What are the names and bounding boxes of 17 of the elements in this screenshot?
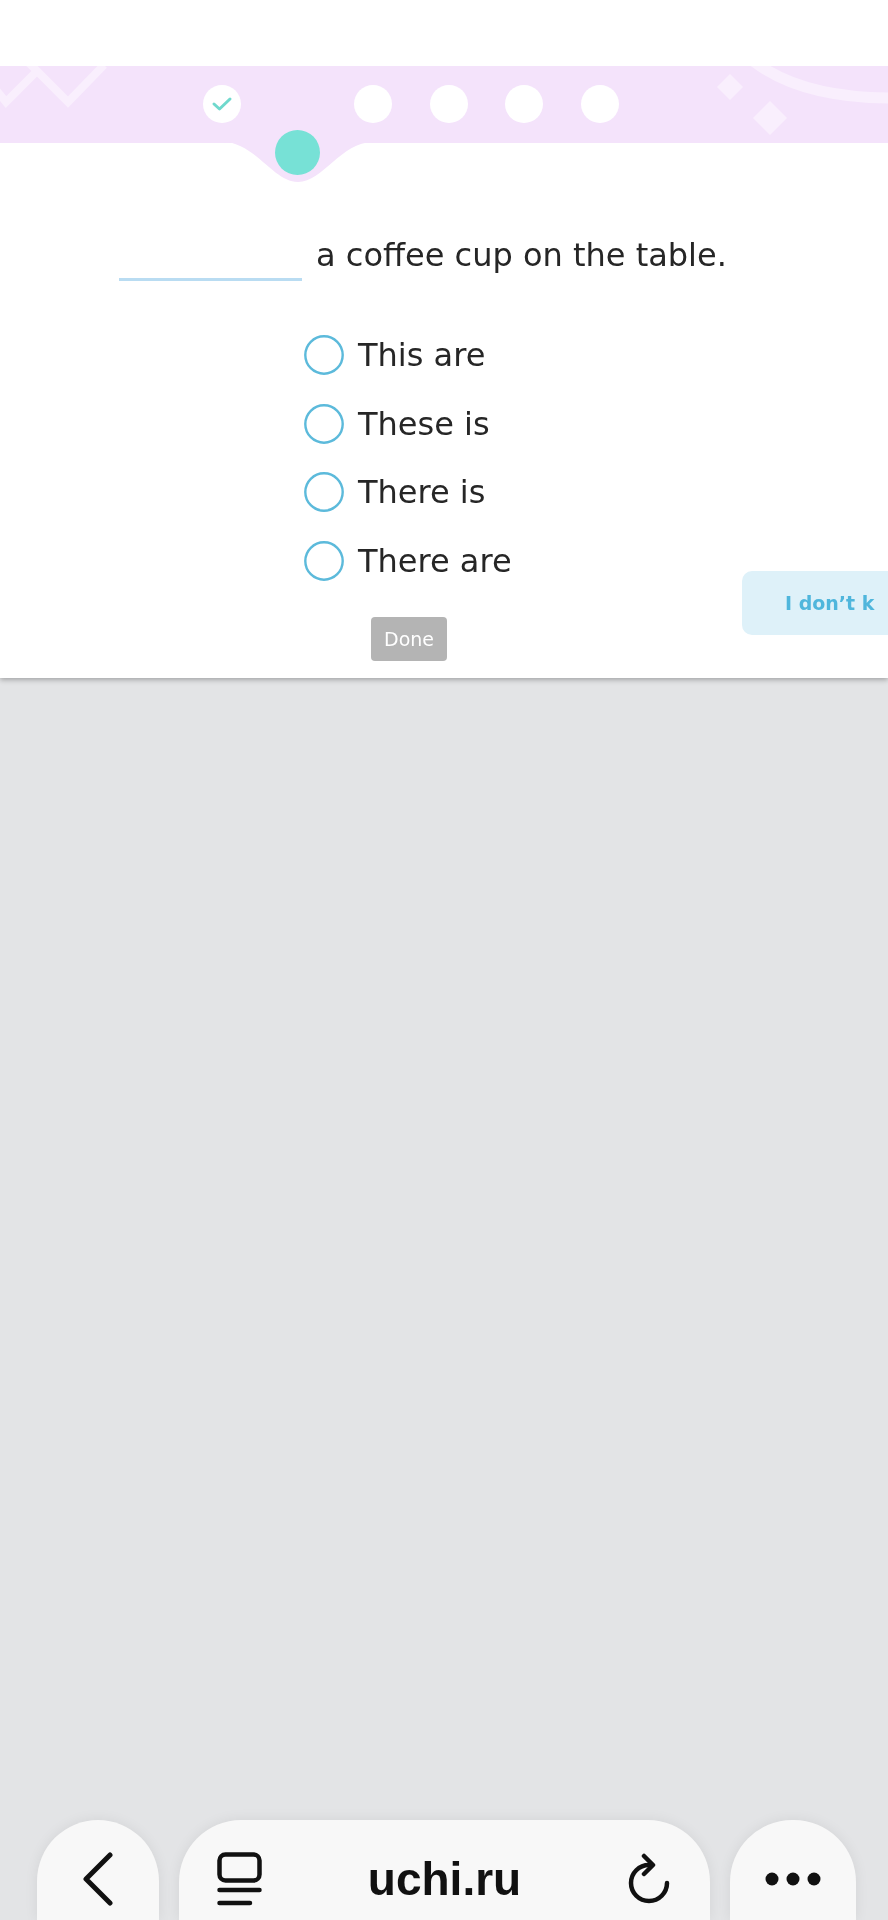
- radio-button[interactable]: [304, 335, 344, 376]
- address-bar[interactable]: uchi.ru: [179, 1820, 710, 1920]
- radio-button[interactable]: [304, 472, 344, 513]
- question-text: a coffee cup on the table.: [316, 235, 727, 276]
- option-label[interactable]: These is: [358, 403, 490, 444]
- option-label[interactable]: There are: [358, 540, 512, 581]
- back-button[interactable]: [37, 1820, 159, 1920]
- card-lines-icon[interactable]: [217, 1852, 262, 1906]
- more-button[interactable]: [730, 1820, 856, 1920]
- option-label[interactable]: This are: [358, 335, 486, 376]
- url-text[interactable]: uchi.ru: [367, 1852, 522, 1906]
- radio-button[interactable]: [304, 540, 344, 581]
- radio-button[interactable]: [304, 403, 344, 444]
- option-label[interactable]: There is: [358, 472, 486, 513]
- reload-icon[interactable]: [627, 1853, 671, 1905]
- more-icon: [765, 1872, 821, 1886]
- back-icon: [82, 1852, 114, 1906]
